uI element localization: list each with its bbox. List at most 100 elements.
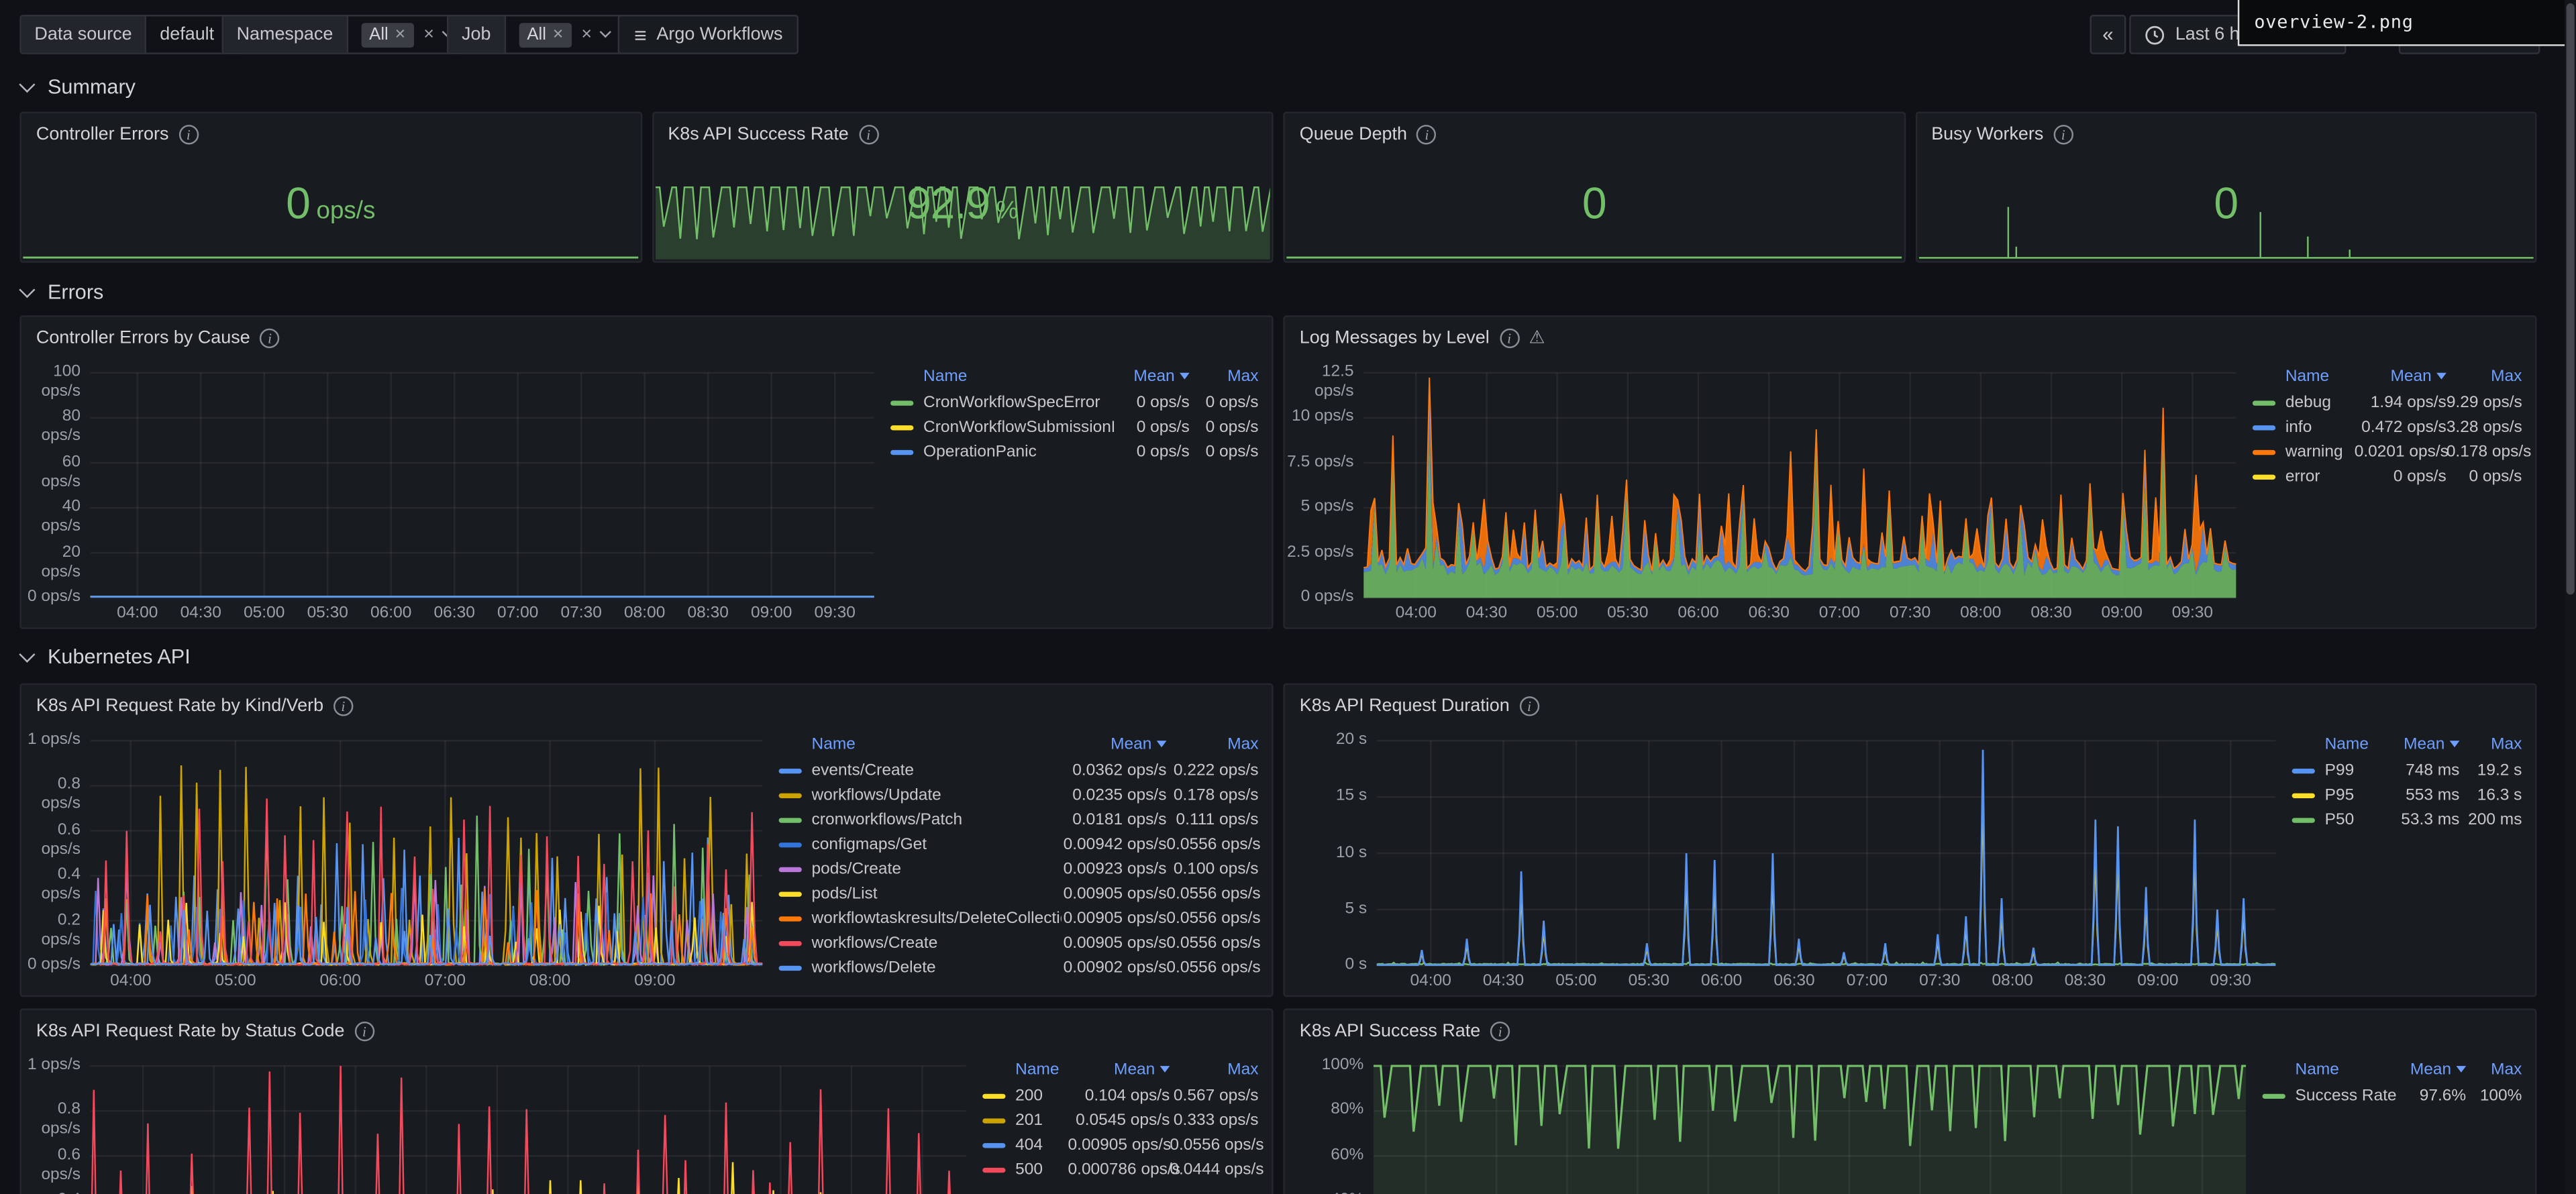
panel-header[interactable]: Log Messages by Level i ⚠ [1285,317,2535,360]
series-color-swatch [779,966,802,971]
legend-row-201[interactable]: 2010.0545 ops/s0.333 ops/s [982,1109,1258,1134]
collapse-timepicker-button[interactable]: « [2090,15,2126,54]
x-axis-label: 09:00 [619,973,691,992]
legend-sort-name[interactable]: Name [2285,367,2355,385]
legend-sort-max[interactable]: Max [1166,735,1258,753]
x-axis-label: 08:00 [514,973,586,992]
legend-row-configmaps/Get[interactable]: configmaps/Get0.00942 ops/s0.0556 ops/s [779,832,1259,857]
section-errors-toggle[interactable]: Errors [21,279,104,305]
legend-row-events/Create[interactable]: events/Create0.0362 ops/s0.222 ops/s [779,759,1259,783]
y-axis-label: 0 ops/s [1285,588,1354,608]
legend-row-404[interactable]: 4040.00905 ops/s0.0556 ops/s [982,1133,1258,1158]
y-axis-label: 1 ops/s [21,731,81,751]
y-axis-label: 0.8 ops/s [21,776,81,816]
legend-sort-max[interactable]: Max [1170,1061,1258,1079]
panel-header[interactable]: K8s API Request Rate by Kind/Verb i [21,685,1272,728]
legend-row-pods/Create[interactable]: pods/Create0.00923 ops/s0.100 ops/s [779,857,1259,882]
legend-sort-name[interactable]: Name [1015,1061,1068,1079]
info-icon[interactable]: i [354,1022,374,1041]
legend-row-workflows/Update[interactable]: workflows/Update0.0235 ops/s0.178 ops/s [779,783,1259,808]
job-filter[interactable]: Job All× × [447,15,625,54]
legend-sort-mean[interactable]: Mean [1062,735,1167,753]
legend-sort-mean[interactable]: Mean [2400,1061,2466,1079]
legend-row-500[interactable]: 5000.000786 ops/s0.0444 ops/s [982,1158,1258,1183]
section-title: Summary [48,76,136,99]
x-axis-label: 04:30 [1451,604,1523,624]
panel-header[interactable]: Controller Errors by Cause i [21,317,1272,360]
info-icon[interactable]: i [858,125,878,144]
stat-number: 0 [286,178,310,229]
namespace-chip[interactable]: All× [361,22,414,47]
data-source-picker[interactable]: Data source default [19,15,247,54]
x-axis-label: 05:30 [1592,604,1664,624]
legend-row-info[interactable]: info0.472 ops/s3.28 ops/s [2253,415,2522,440]
panel-header[interactable]: Queue Depth i [1285,113,1904,156]
legend-row-CronWorkflowSpecError[interactable]: CronWorkflowSpecError0 ops/s0 ops/s [890,391,1258,416]
legend-row-P95[interactable]: P95553 ms16.3 s [2292,783,2522,808]
panel-header[interactable]: K8s API Success Rate i [653,113,1272,156]
x-axis-label: 07:00 [482,604,554,624]
legend-row-warning[interactable]: warning0.0201 ops/s0.178 ops/s [2253,440,2522,465]
warning-icon[interactable]: ⚠ [1529,329,1545,347]
sort-caret-icon [2457,1066,2467,1073]
series-color-swatch [779,867,802,872]
panel-header[interactable]: Busy Workers i [1916,113,2535,156]
legend-row-workflowtaskresults/DeleteCollection[interactable]: workflowtaskresults/DeleteCollection0.00… [779,907,1259,932]
legend-sort-name[interactable]: Name [2296,1061,2401,1079]
panel-header[interactable]: K8s API Request Rate by Status Code i [21,1010,1272,1053]
legend-row-P50[interactable]: P5053.3 ms200 ms [2292,808,2522,833]
panel-header[interactable]: K8s API Request Duration i [1285,685,2535,728]
panel-header[interactable]: Controller Errors i [21,113,640,156]
page-scrollbar[interactable] [2565,0,2576,1194]
legend-row-debug[interactable]: debug1.94 ops/s9.29 ops/s [2253,391,2522,416]
scrollbar-thumb[interactable] [2567,3,2575,594]
legend-row-workflows/Create[interactable]: workflows/Create0.00905 ops/s0.0556 ops/… [779,931,1259,956]
legend-row-200[interactable]: 2000.104 ops/s0.567 ops/s [982,1084,1258,1109]
y-axis-label: 15 s [1285,787,1367,806]
legend-sort-mean[interactable]: Mean [2387,735,2460,753]
legend-sort-mean[interactable]: Mean [1068,1061,1170,1079]
legend-sort-name[interactable]: Name [2325,735,2387,753]
legend-sort-max[interactable]: Max [2459,735,2522,753]
legend-row-Success Rate[interactable]: Success Rate97.6%100% [2263,1084,2522,1109]
panel-k8s-api-request-rate-by-kind-verb: K8s API Request Rate by Kind/Verb i 1 op… [19,684,1273,997]
info-icon[interactable]: i [2053,125,2073,144]
panel-header[interactable]: K8s API Success Rate i [1285,1010,2535,1053]
job-value[interactable]: All× × [506,16,623,52]
x-axis-label: 06:30 [418,604,491,624]
remove-icon[interactable]: × [395,25,406,44]
remove-icon[interactable]: × [553,25,564,44]
data-source-label: Data source [21,16,147,52]
y-axis-label: 100 ops/s [21,363,81,402]
legend-row-cronworkflows/Patch[interactable]: cronworkflows/Patch0.0181 ops/s0.111 ops… [779,808,1259,833]
info-icon[interactable]: i [178,125,198,144]
legend-row-error[interactable]: error0 ops/s0 ops/s [2253,465,2522,490]
legend-row-OperationPanic[interactable]: OperationPanic0 ops/s0 ops/s [890,440,1258,465]
job-chip[interactable]: All× [519,22,572,47]
info-icon[interactable]: i [333,696,353,716]
namespace-filter[interactable]: Namespace All× × [222,15,467,54]
legend-row-P99[interactable]: P99748 ms19.2 s [2292,759,2522,783]
legend-row-workflows/Delete[interactable]: workflows/Delete0.00902 ops/s0.0556 ops/… [779,956,1259,981]
legend-sort-max[interactable]: Max [2446,367,2522,385]
legend-sort-mean[interactable]: Mean [2355,367,2446,385]
info-icon[interactable]: i [1490,1022,1510,1041]
legend-sort-mean[interactable]: Mean [1114,367,1190,385]
legend-row-pods/List[interactable]: pods/List0.00905 ops/s0.0556 ops/s [779,882,1259,907]
info-icon[interactable]: i [1417,125,1437,144]
info-icon[interactable]: i [1519,696,1539,716]
legend-sort-max[interactable]: Max [2466,1061,2522,1079]
clear-icon[interactable]: × [581,25,592,44]
x-axis-label: 09:00 [2085,604,2158,624]
legend-row-CronWorkflowSubmissionError[interactable]: CronWorkflowSubmissionError0 ops/s0 ops/… [890,415,1258,440]
argo-workflows-button[interactable]: ≡ Argo Workflows [618,15,799,54]
section-summary-toggle[interactable]: Summary [21,74,136,100]
legend-sort-name[interactable]: Name [923,367,1114,385]
info-icon[interactable]: i [1499,329,1518,348]
clear-icon[interactable]: × [423,25,434,44]
y-axis-label: 10 s [1285,843,1367,863]
info-icon[interactable]: i [260,329,279,348]
legend-sort-max[interactable]: Max [1190,367,1259,385]
section-kubernetes-toggle[interactable]: Kubernetes API [21,644,191,670]
legend-sort-name[interactable]: Name [812,735,1062,753]
